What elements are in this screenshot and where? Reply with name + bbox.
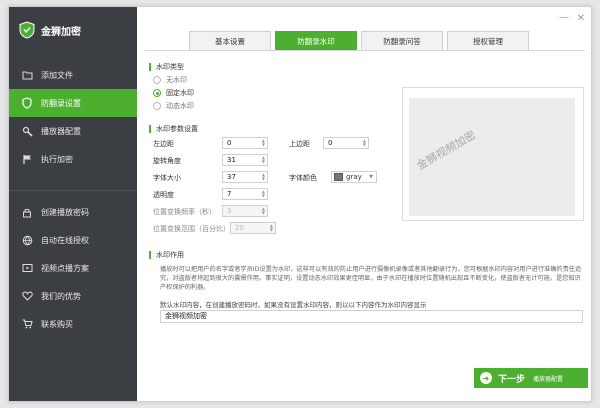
rotation-value: 31 — [227, 156, 236, 164]
top-margin-value: 0 — [328, 139, 333, 147]
spinner-arrows-icon[interactable]: ▲ ▼ — [262, 190, 265, 198]
watermark-preview: 金狮视频加密 — [402, 87, 584, 221]
spinner-arrows-icon: ▲ ▼ — [269, 223, 273, 232]
radio-button — [153, 102, 161, 110]
sidebar-item-vod-plan[interactable]: 视频点播方案 — [9, 254, 137, 282]
font-color-label: 字体颜色 — [289, 174, 317, 182]
sidebar-item-label: 自动在线授权 — [41, 235, 89, 245]
sidebar-item-label: 我们的优势 — [41, 291, 81, 301]
left-margin-input[interactable]: 0 ▲ ▼ — [222, 137, 268, 149]
heart-icon — [21, 290, 33, 302]
next-step-button[interactable]: ➜ 下一步 播放器配置 — [474, 368, 588, 388]
sidebar-item-label: 创建播放密码 — [41, 207, 89, 217]
shield-icon — [21, 97, 33, 109]
move-range-label: 位置变换范围（百分比） — [153, 225, 230, 233]
chevron-down-icon: ▼ — [369, 174, 373, 180]
radio-no-watermark[interactable]: 无水印 — [153, 75, 187, 85]
next-step-label: 下一步 — [498, 374, 526, 385]
left-margin-value: 0 — [227, 139, 232, 147]
tab-bar: 基本设置 防翻录水印 防翻录问答 授权管理 — [189, 31, 529, 50]
opacity-input[interactable]: 7 ▲ ▼ — [222, 188, 268, 200]
rotation-label: 旋转角度 — [153, 157, 181, 165]
preview-canvas: 金狮视频加密 — [409, 98, 575, 216]
sidebar-divider — [9, 190, 137, 191]
sidebar-item-online-auth[interactable]: 自动在线授权 — [9, 226, 137, 254]
usage-description: 播放时可以把用户的名字或者学员ID设置为水印，这样可以有效的防止用户进行摄像机录… — [160, 266, 582, 291]
font-color-select[interactable]: gray ▼ — [331, 171, 377, 183]
spinner-arrows-icon[interactable]: ▲ ▼ — [262, 156, 265, 164]
app-window: 金狮加密 添加文件 防翻录设置 播放器配置 执行加密 创建播放密码 自动在线授权… — [8, 6, 592, 402]
radio-dynamic-watermark[interactable]: 动态水印 — [153, 101, 194, 111]
radio-fixed-watermark[interactable]: 固定水印 — [153, 88, 194, 98]
sidebar: 金狮加密 添加文件 防翻录设置 播放器配置 执行加密 创建播放密码 自动在线授权… — [9, 7, 137, 401]
sidebar-item-label: 视频点播方案 — [41, 263, 89, 273]
default-watermark-label: 默认水印内容，在创建播放密码时，如果没有设置水印内容，则以以下内容作为水印内容显… — [160, 301, 427, 309]
sidebar-item-label: 联系购买 — [41, 319, 73, 329]
next-step-sublabel: 播放器配置 — [533, 375, 564, 383]
opacity-label: 透明度 — [153, 191, 174, 199]
opacity-value: 7 — [227, 190, 232, 198]
spinner-arrows-icon: ▲ ▼ — [261, 206, 265, 215]
top-margin-label: 上边距 — [289, 140, 310, 148]
video-icon — [21, 262, 33, 274]
radio-label: 动态水印 — [166, 102, 194, 110]
wrench-icon — [21, 125, 33, 137]
move-range-input[interactable]: 20 ▲ ▼ — [230, 222, 276, 234]
font-size-input[interactable]: 37 ▲ ▼ — [222, 171, 268, 183]
flag-icon — [21, 153, 33, 165]
usage-title: 水印作用 — [149, 251, 184, 259]
cart-icon — [21, 318, 33, 330]
font-size-label: 字体大小 — [153, 174, 181, 182]
sidebar-item-add-file[interactable]: 添加文件 — [9, 61, 137, 89]
font-size-value: 37 — [227, 173, 236, 181]
move-range-value: 20 — [235, 224, 244, 232]
sidebar-item-anti-record[interactable]: 防翻录设置 — [9, 89, 137, 117]
app-logo: 金狮加密 — [19, 21, 81, 39]
lock-icon — [21, 206, 33, 218]
app-title: 金狮加密 — [41, 26, 81, 38]
top-margin-input[interactable]: 0 ▲ ▼ — [323, 137, 369, 149]
shield-icon — [19, 21, 35, 39]
sidebar-item-encrypt[interactable]: 执行加密 — [9, 145, 137, 173]
rotation-input[interactable]: 31 ▲ ▼ — [222, 154, 268, 166]
preview-watermark-text: 金狮视频加密 — [414, 128, 479, 173]
radio-button — [153, 76, 161, 84]
tab-basic-settings[interactable]: 基本设置 — [189, 31, 271, 50]
params-title: 水印参数设置 — [149, 125, 198, 133]
sidebar-item-create-password[interactable]: 创建播放密码 — [9, 198, 137, 226]
minimize-button[interactable]: — — [559, 12, 569, 23]
default-watermark-input[interactable]: 金狮视频加密 — [160, 310, 583, 323]
move-freq-label: 位置变换频率（秒） — [153, 208, 216, 216]
sidebar-item-advantages[interactable]: 我们的优势 — [9, 282, 137, 310]
sidebar-item-contact-buy[interactable]: 联系购买 — [9, 310, 137, 338]
sidebar-item-player-config[interactable]: 播放器配置 — [9, 117, 137, 145]
tab-watermark[interactable]: 防翻录水印 — [275, 31, 357, 50]
spinner-arrows-icon[interactable]: ▲ ▼ — [262, 173, 265, 181]
radio-label: 无水印 — [166, 76, 187, 84]
tab-faq[interactable]: 防翻录问答 — [361, 31, 443, 50]
tab-license[interactable]: 授权管理 — [447, 31, 529, 50]
globe-icon — [21, 234, 33, 246]
sidebar-item-label: 添加文件 — [41, 70, 73, 80]
watermark-type-title: 水印类型 — [149, 63, 184, 71]
spinner-arrows-icon[interactable]: ▲ ▼ — [262, 139, 265, 147]
sidebar-item-label: 播放器配置 — [41, 126, 81, 136]
left-margin-label: 左边距 — [153, 140, 174, 148]
radio-label: 固定水印 — [166, 89, 194, 97]
spinner-arrows-icon[interactable]: ▲ ▼ — [363, 139, 366, 147]
close-button[interactable]: ✕ — [577, 13, 585, 24]
radio-button — [153, 89, 161, 97]
folder-icon — [21, 69, 33, 81]
sidebar-item-label: 执行加密 — [41, 154, 73, 164]
tab-divider — [145, 50, 585, 51]
move-freq-input[interactable]: 3 ▲ ▼ — [222, 205, 268, 217]
arrow-right-icon: ➜ — [480, 372, 492, 384]
move-freq-value: 3 — [227, 207, 232, 215]
sidebar-item-label: 防翻录设置 — [41, 98, 81, 108]
font-color-value: gray — [346, 173, 362, 181]
color-swatch — [334, 173, 343, 181]
